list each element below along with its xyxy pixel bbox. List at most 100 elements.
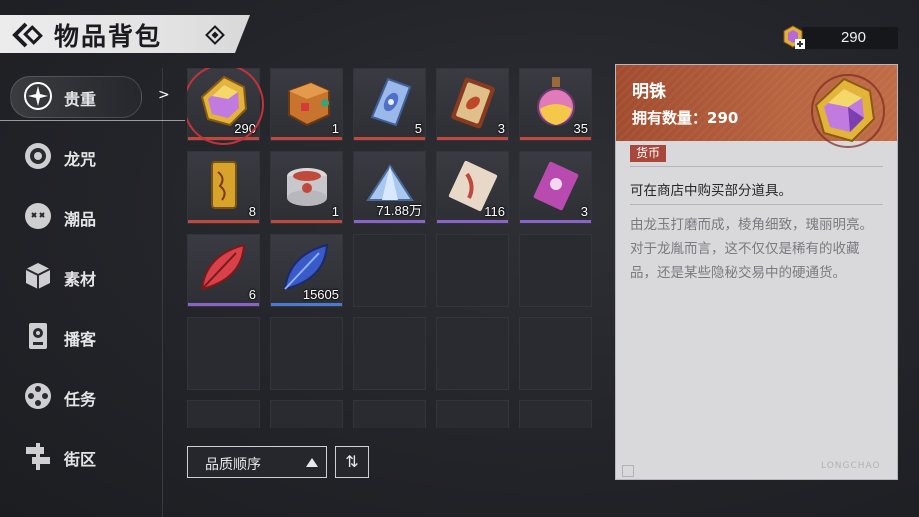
watermark: LONGCHAO	[821, 461, 881, 471]
divider	[630, 166, 883, 167]
sidebar-divider	[162, 68, 163, 517]
sidebar-item-label: 任务	[64, 390, 97, 409]
currency-display[interactable]: 290	[780, 24, 900, 50]
can-icon	[287, 168, 327, 206]
inventory-item-gem[interactable]: 290	[187, 68, 264, 145]
rarity-bar	[271, 137, 342, 140]
rarity-bar	[354, 220, 425, 223]
item-quantity: 1	[331, 204, 339, 219]
empty-slot	[519, 234, 592, 307]
info-button[interactable]	[204, 24, 226, 46]
inventory-item-talisman[interactable]: 8	[187, 151, 260, 224]
item-quantity: 116	[484, 204, 505, 219]
divider	[630, 204, 883, 205]
rarity-bar	[271, 220, 342, 223]
item-quantity: 5	[414, 121, 422, 136]
street-sign-icon	[26, 443, 50, 470]
sidebar-item-materials[interactable]: 素材	[22, 256, 162, 296]
rarity-bar	[437, 220, 508, 223]
back-arrow-icon	[12, 22, 43, 48]
rarity-bar	[188, 137, 259, 140]
sidebar-item-tasks[interactable]: 任务	[22, 376, 162, 416]
item-quantity: 71.88万	[376, 203, 422, 218]
treasure-box-icon	[288, 81, 330, 127]
item-usage: 可在商店中购买部分道具。	[630, 183, 792, 199]
inventory-item-potion[interactable]: 35	[519, 68, 592, 141]
empty-slot	[353, 400, 426, 428]
inventory-item-ticket[interactable]: 116	[436, 151, 509, 224]
sparkle-icon	[24, 82, 52, 110]
item-quantity: 8	[248, 204, 256, 219]
item-name: 明铢	[632, 82, 666, 102]
gem-add-icon[interactable]	[780, 24, 806, 50]
rarity-bar	[437, 137, 508, 140]
item-quantity: 1	[331, 121, 339, 136]
eye-crystal-icon	[370, 77, 412, 127]
sidebar-item-label: 街区	[64, 450, 97, 469]
gem-icon	[811, 74, 885, 148]
spiral-icon	[25, 143, 51, 169]
rarity-bar	[354, 137, 425, 140]
sidebar-item-dragon-curse[interactable]: 龙咒	[22, 136, 162, 176]
rarity-bar	[271, 303, 342, 306]
empty-slot	[270, 317, 343, 390]
sort-order-button[interactable]: ⇅	[335, 446, 369, 478]
item-detail-panel: 明铢 拥有数量：290 货币 可在商店中购买部分道具。 由龙玉打磨而成，棱角细致…	[615, 64, 898, 480]
rarity-bar	[520, 220, 591, 223]
inventory-item-red-leaf[interactable]: 6	[187, 234, 260, 307]
item-description: 由龙玉打磨而成，棱角细致，瑰丽明亮。对于龙胤而言，这不仅仅是稀有的收藏品，还是某…	[630, 217, 873, 281]
chevron-right-icon: >	[158, 87, 170, 103]
sidebar-item-precious[interactable]: 贵重 >	[0, 76, 185, 121]
sidebar-item-trend[interactable]: 潮品	[22, 196, 162, 236]
item-quantity: 290	[234, 121, 256, 136]
item-type-tag: 货币	[630, 145, 667, 162]
mask-icon	[25, 203, 51, 229]
talisman-icon	[211, 161, 237, 209]
sidebar-item-district[interactable]: 街区	[22, 436, 162, 476]
empty-slot	[519, 317, 592, 390]
red-leaf-icon	[200, 243, 246, 291]
sort-dropdown-label: 品质顺序	[205, 457, 261, 473]
sidebar-item-label: 潮品	[64, 210, 97, 229]
empty-slot	[436, 234, 509, 307]
triangle-up-icon	[306, 458, 318, 467]
empty-slot	[519, 400, 592, 428]
back-button[interactable]	[12, 21, 46, 49]
sidebar-item-label: 素材	[64, 270, 97, 289]
card-icon	[451, 77, 495, 129]
corner-mark	[622, 465, 634, 477]
rarity-bar	[520, 137, 591, 140]
voucher-icon	[533, 161, 579, 211]
inventory-grid: 290 1 5 3 35 8 1 71.88万 116 3 6 15605	[187, 68, 597, 428]
empty-slot	[436, 317, 509, 390]
sidebar-item-label: 贵重	[64, 90, 97, 109]
film-reel-icon	[25, 383, 51, 409]
rarity-bar	[188, 303, 259, 306]
cube-icon	[25, 263, 51, 289]
sidebar-item-podcast[interactable]: 播客	[22, 316, 162, 356]
item-quantity: 6	[248, 287, 256, 302]
empty-slot	[436, 400, 509, 428]
active-underline	[0, 120, 185, 121]
item-owned-count: 拥有数量：290	[632, 109, 739, 127]
inventory-item-crystal-pile[interactable]: 71.88万	[353, 151, 426, 224]
inventory-item-can[interactable]: 1	[270, 151, 343, 224]
inventory-item-eye-crystal[interactable]: 5	[353, 68, 426, 141]
item-quantity: 15605	[302, 287, 339, 302]
inventory-item-treasure-box[interactable]: 1	[270, 68, 343, 141]
inventory-item-voucher[interactable]: 3	[519, 151, 592, 224]
speaker-icon	[29, 323, 47, 349]
sort-dropdown[interactable]: 品质顺序	[187, 446, 327, 478]
item-quantity: 35	[573, 121, 588, 136]
sidebar-item-label: 播客	[64, 330, 97, 349]
sidebar-item-label: 龙咒	[64, 150, 97, 169]
item-quantity: 3	[580, 204, 588, 219]
page-title: 物品背包	[54, 22, 163, 51]
empty-slot	[353, 317, 426, 390]
category-sidebar: 贵重 > 龙咒 潮品 素材 播客 任务 街区	[0, 68, 185, 517]
item-quantity: 3	[497, 121, 505, 136]
rarity-bar	[188, 220, 259, 223]
empty-slot	[353, 234, 426, 307]
inventory-item-blue-leaf[interactable]: 15605	[270, 234, 343, 307]
inventory-item-card[interactable]: 3	[436, 68, 509, 141]
